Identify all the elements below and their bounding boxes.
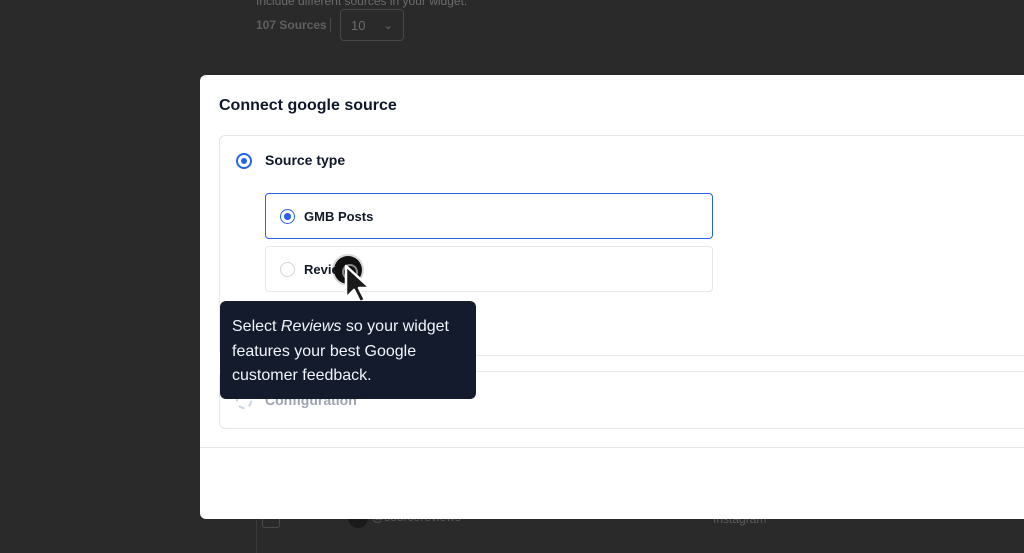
option-reviews[interactable]: Reviews xyxy=(265,246,713,292)
guide-tooltip: Select Reviews so your widget features y… xyxy=(220,301,476,399)
option-label: GMB Posts xyxy=(304,209,374,224)
step-title-source-type: Source type xyxy=(265,152,346,168)
option-gmb-posts[interactable]: GMB Posts xyxy=(265,193,713,239)
radio-unselected-icon[interactable] xyxy=(280,262,295,277)
sources-hint: Include different sources in your widget… xyxy=(256,0,468,8)
per-page-select[interactable]: 10 ⌄ xyxy=(340,9,404,41)
connect-source-modal: Connect google source Source type GMB Po… xyxy=(200,75,1024,519)
sources-count: 107 Sources xyxy=(256,18,327,32)
step-active-icon xyxy=(236,153,252,169)
radio-selected-icon[interactable] xyxy=(280,209,295,224)
tooltip-prefix: Select xyxy=(232,318,281,335)
tooltip-emphasis: Reviews xyxy=(280,318,342,335)
count-separator xyxy=(330,18,331,32)
table-border xyxy=(256,520,257,553)
per-page-value: 10 xyxy=(351,18,366,33)
cursor-arrow-icon xyxy=(344,264,372,304)
chevron-down-icon: ⌄ xyxy=(383,20,393,32)
modal-footer-divider xyxy=(200,447,1024,448)
modal-title: Connect google source xyxy=(219,97,397,114)
